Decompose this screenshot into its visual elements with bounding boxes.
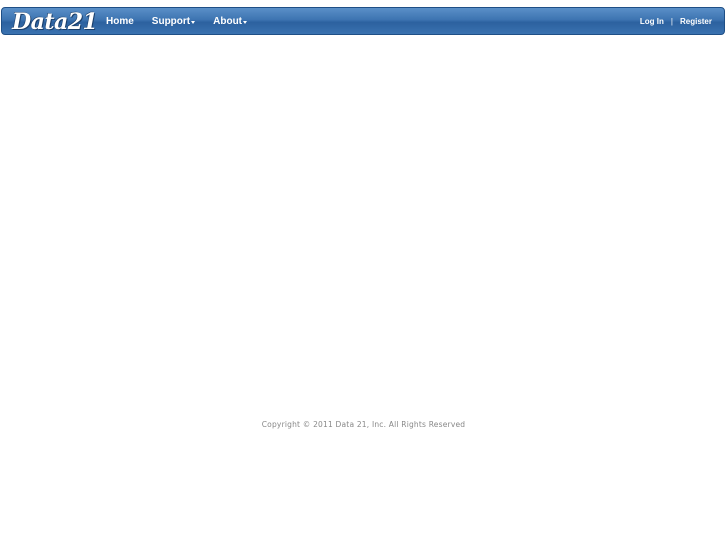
nav-support-label: Support bbox=[151, 15, 191, 27]
nav-support-dropdown[interactable]: Support bbox=[151, 15, 196, 27]
nav-home-label: Home bbox=[106, 15, 134, 27]
auth-separator: | bbox=[670, 16, 673, 26]
chevron-down-icon bbox=[191, 21, 196, 24]
nav-about-label: About bbox=[213, 15, 243, 27]
auth-links: Log In | Register bbox=[640, 8, 712, 34]
login-link[interactable]: Log In bbox=[640, 17, 664, 26]
top-navbar: Data21 Home Support About Log In | Regis… bbox=[1, 7, 725, 35]
page: Data21 Home Support About Log In | Regis… bbox=[0, 0, 727, 545]
nav-about-dropdown[interactable]: About bbox=[213, 15, 248, 27]
main-nav: Home Support About bbox=[106, 8, 265, 34]
chevron-down-icon bbox=[243, 21, 248, 24]
register-link[interactable]: Register bbox=[680, 17, 712, 26]
data21-logo[interactable]: Data21 bbox=[12, 8, 98, 36]
footer-copyright: Copyright © 2011 Data 21, Inc. All Right… bbox=[261, 420, 466, 429]
nav-home[interactable]: Home bbox=[106, 16, 134, 27]
